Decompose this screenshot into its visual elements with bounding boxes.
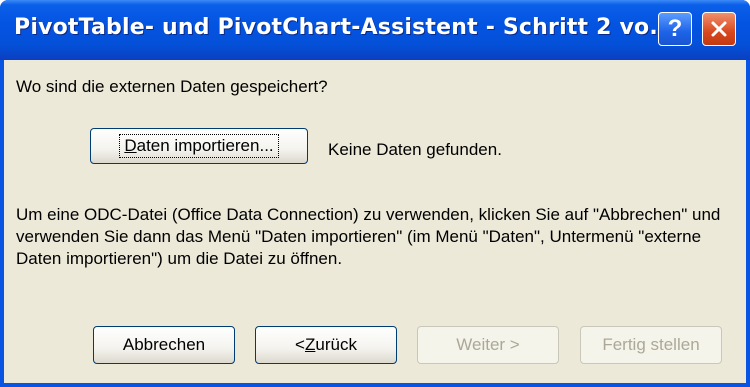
import-data-button-label: Daten importieren...: [119, 134, 279, 158]
cancel-button[interactable]: Abbrechen: [93, 326, 235, 364]
window-title: PivotTable- und PivotChart-Assistent - S…: [14, 15, 676, 40]
title-bar[interactable]: PivotTable- und PivotChart-Assistent - S…: [0, 0, 750, 60]
help-icon: ?: [667, 15, 683, 42]
wizard-window: PivotTable- und PivotChart-Assistent - S…: [0, 0, 750, 387]
finish-button: Fertig stellen: [580, 326, 722, 364]
question-label: Wo sind die externen Daten gespeichert?: [16, 77, 328, 96]
info-text: Um eine ODC-Datei (Office Data Connectio…: [16, 205, 721, 268]
close-icon: [711, 21, 727, 37]
status-text: Keine Daten gefunden.: [328, 140, 502, 159]
next-button: Weiter >: [417, 326, 559, 364]
import-data-button[interactable]: Daten importieren...: [90, 128, 308, 164]
dialog-body: Wo sind die externen Daten gespeichert? …: [4, 60, 746, 383]
close-button[interactable]: [702, 12, 736, 46]
back-button[interactable]: < Zurück: [255, 326, 397, 364]
help-button[interactable]: ?: [658, 12, 692, 46]
